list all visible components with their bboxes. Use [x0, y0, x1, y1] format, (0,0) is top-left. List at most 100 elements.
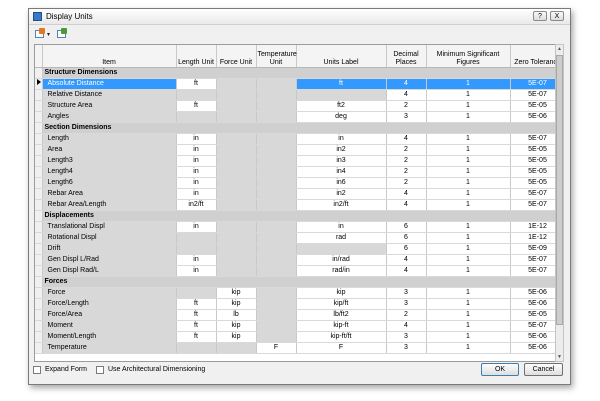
col-force-unit[interactable]: Force Unit: [216, 45, 257, 68]
zero-tolerance-cell[interactable]: 5E-06: [510, 298, 555, 310]
row-selector[interactable]: [35, 199, 43, 211]
help-button[interactable]: ?: [533, 11, 547, 21]
decimal-places-cell[interactable]: 6: [386, 221, 427, 233]
row-selector[interactable]: [35, 89, 43, 101]
expand-form-checkbox[interactable]: [33, 366, 41, 374]
units-label-cell[interactable]: kip-ft: [296, 320, 387, 332]
row-selector[interactable]: [35, 298, 43, 310]
decimal-places-cell[interactable]: 6: [386, 243, 427, 255]
min-sig-figures-cell[interactable]: 1: [426, 177, 511, 189]
min-sig-figures-cell[interactable]: 1: [426, 265, 511, 277]
row-selector[interactable]: [35, 221, 43, 233]
min-sig-figures-cell[interactable]: 1: [426, 320, 511, 332]
units-label-cell[interactable]: rad/in: [296, 265, 387, 277]
min-sig-figures-cell[interactable]: 1: [426, 298, 511, 310]
decimal-places-cell[interactable]: 2: [386, 100, 427, 112]
row-selector[interactable]: [35, 320, 43, 332]
length-unit-cell[interactable]: in: [176, 155, 217, 167]
close-button[interactable]: X: [550, 11, 564, 21]
min-sig-figures-cell[interactable]: 1: [426, 166, 511, 178]
table-row[interactable]: Structure Area ft ft2 2 1 5E-05: [35, 100, 555, 112]
length-unit-cell[interactable]: ft: [176, 100, 217, 112]
zero-tolerance-cell[interactable]: 5E-07: [510, 78, 555, 90]
zero-tolerance-cell[interactable]: 5E-06: [510, 287, 555, 299]
row-selector[interactable]: [35, 166, 43, 178]
units-label-cell[interactable]: in6: [296, 177, 387, 189]
decimal-places-cell[interactable]: 2: [386, 309, 427, 321]
units-label-cell[interactable]: F: [296, 342, 387, 354]
length-unit-cell[interactable]: ft: [176, 78, 217, 90]
row-selector[interactable]: [35, 155, 43, 167]
row-selector[interactable]: [35, 331, 43, 343]
min-sig-figures-cell[interactable]: 1: [426, 243, 511, 255]
col-units-label[interactable]: Units Label: [296, 45, 387, 68]
zero-tolerance-cell[interactable]: 5E-05: [510, 100, 555, 112]
zero-tolerance-cell[interactable]: 5E-05: [510, 166, 555, 178]
length-unit-cell[interactable]: ft: [176, 309, 217, 321]
table-row[interactable]: Length6 in in6 2 1 5E-05: [35, 177, 555, 189]
architectural-checkbox[interactable]: [96, 366, 104, 374]
row-selector[interactable]: [35, 287, 43, 299]
zero-tolerance-cell[interactable]: 5E-07: [510, 188, 555, 200]
zero-tolerance-cell[interactable]: 5E-07: [510, 254, 555, 266]
zero-tolerance-cell[interactable]: 5E-05: [510, 155, 555, 167]
scroll-up-icon[interactable]: ▲: [556, 45, 563, 53]
decimal-places-cell[interactable]: 4: [386, 78, 427, 90]
decimal-places-cell[interactable]: 3: [386, 298, 427, 310]
table-row[interactable]: Gen Displ L/Rad in in/rad 4 1 5E-07: [35, 254, 555, 266]
table-row[interactable]: Drift 6 1 5E-09: [35, 243, 555, 255]
table-row[interactable]: Length3 in in3 2 1 5E-05: [35, 155, 555, 167]
min-sig-figures-cell[interactable]: 1: [426, 342, 511, 354]
table-row[interactable]: Gen Displ Rad/L in rad/in 4 1 5E-07: [35, 265, 555, 277]
units-label-cell[interactable]: kip-ft/ft: [296, 331, 387, 343]
min-sig-figures-cell[interactable]: 1: [426, 188, 511, 200]
row-selector[interactable]: [35, 111, 43, 123]
units-label-cell[interactable]: in2/ft: [296, 199, 387, 211]
row-selector[interactable]: [35, 342, 43, 354]
length-unit-cell[interactable]: ft: [176, 331, 217, 343]
zero-tolerance-cell[interactable]: 5E-07: [510, 199, 555, 211]
units-label-cell[interactable]: kip: [296, 287, 387, 299]
row-selector[interactable]: [35, 177, 43, 189]
zero-tolerance-cell[interactable]: 5E-05: [510, 177, 555, 189]
length-unit-cell[interactable]: ft: [176, 320, 217, 332]
table-row[interactable]: Force/Area ft lb lb/ft2 2 1 5E-05: [35, 309, 555, 321]
ok-button[interactable]: OK: [481, 363, 519, 376]
row-selector[interactable]: [35, 78, 43, 90]
export-icon[interactable]: ▾: [34, 28, 50, 40]
units-label-cell[interactable]: in3: [296, 155, 387, 167]
import-icon[interactable]: [56, 28, 68, 40]
zero-tolerance-cell[interactable]: 5E-05: [510, 309, 555, 321]
table-row[interactable]: Force/Length ft kip kip/ft 3 1 5E-06: [35, 298, 555, 310]
scroll-thumb[interactable]: [556, 55, 563, 325]
force-unit-cell[interactable]: kip: [216, 298, 257, 310]
table-row[interactable]: Temperature F F 3 1 5E-06: [35, 342, 555, 354]
min-sig-figures-cell[interactable]: 1: [426, 111, 511, 123]
min-sig-figures-cell[interactable]: 1: [426, 78, 511, 90]
min-sig-figures-cell[interactable]: 1: [426, 100, 511, 112]
units-label-cell[interactable]: ft: [296, 78, 387, 90]
min-sig-figures-cell[interactable]: 1: [426, 133, 511, 145]
min-sig-figures-cell[interactable]: 1: [426, 309, 511, 321]
units-label-cell[interactable]: in4: [296, 166, 387, 178]
decimal-places-cell[interactable]: 3: [386, 111, 427, 123]
length-unit-cell[interactable]: ft: [176, 298, 217, 310]
zero-tolerance-cell[interactable]: 5E-06: [510, 342, 555, 354]
min-sig-figures-cell[interactable]: 1: [426, 331, 511, 343]
zero-tolerance-cell[interactable]: 5E-07: [510, 133, 555, 145]
decimal-places-cell[interactable]: 3: [386, 331, 427, 343]
force-unit-cell[interactable]: kip: [216, 320, 257, 332]
units-label-cell[interactable]: rad: [296, 232, 387, 244]
col-length-unit[interactable]: Length Unit: [176, 45, 217, 68]
zero-tolerance-cell[interactable]: 5E-07: [510, 265, 555, 277]
min-sig-figures-cell[interactable]: 1: [426, 144, 511, 156]
temperature-unit-cell[interactable]: F: [256, 342, 297, 354]
zero-tolerance-cell[interactable]: 1E-12: [510, 232, 555, 244]
table-row[interactable]: Moment/Length ft kip kip-ft/ft 3 1 5E-06: [35, 331, 555, 343]
table-row[interactable]: Rebar Area/Length in2/ft in2/ft 4 1 5E-07: [35, 199, 555, 211]
min-sig-figures-cell[interactable]: 1: [426, 155, 511, 167]
row-selector[interactable]: [35, 100, 43, 112]
table-row[interactable]: Length4 in in4 2 1 5E-05: [35, 166, 555, 178]
decimal-places-cell[interactable]: 4: [386, 320, 427, 332]
length-unit-cell[interactable]: in: [176, 177, 217, 189]
